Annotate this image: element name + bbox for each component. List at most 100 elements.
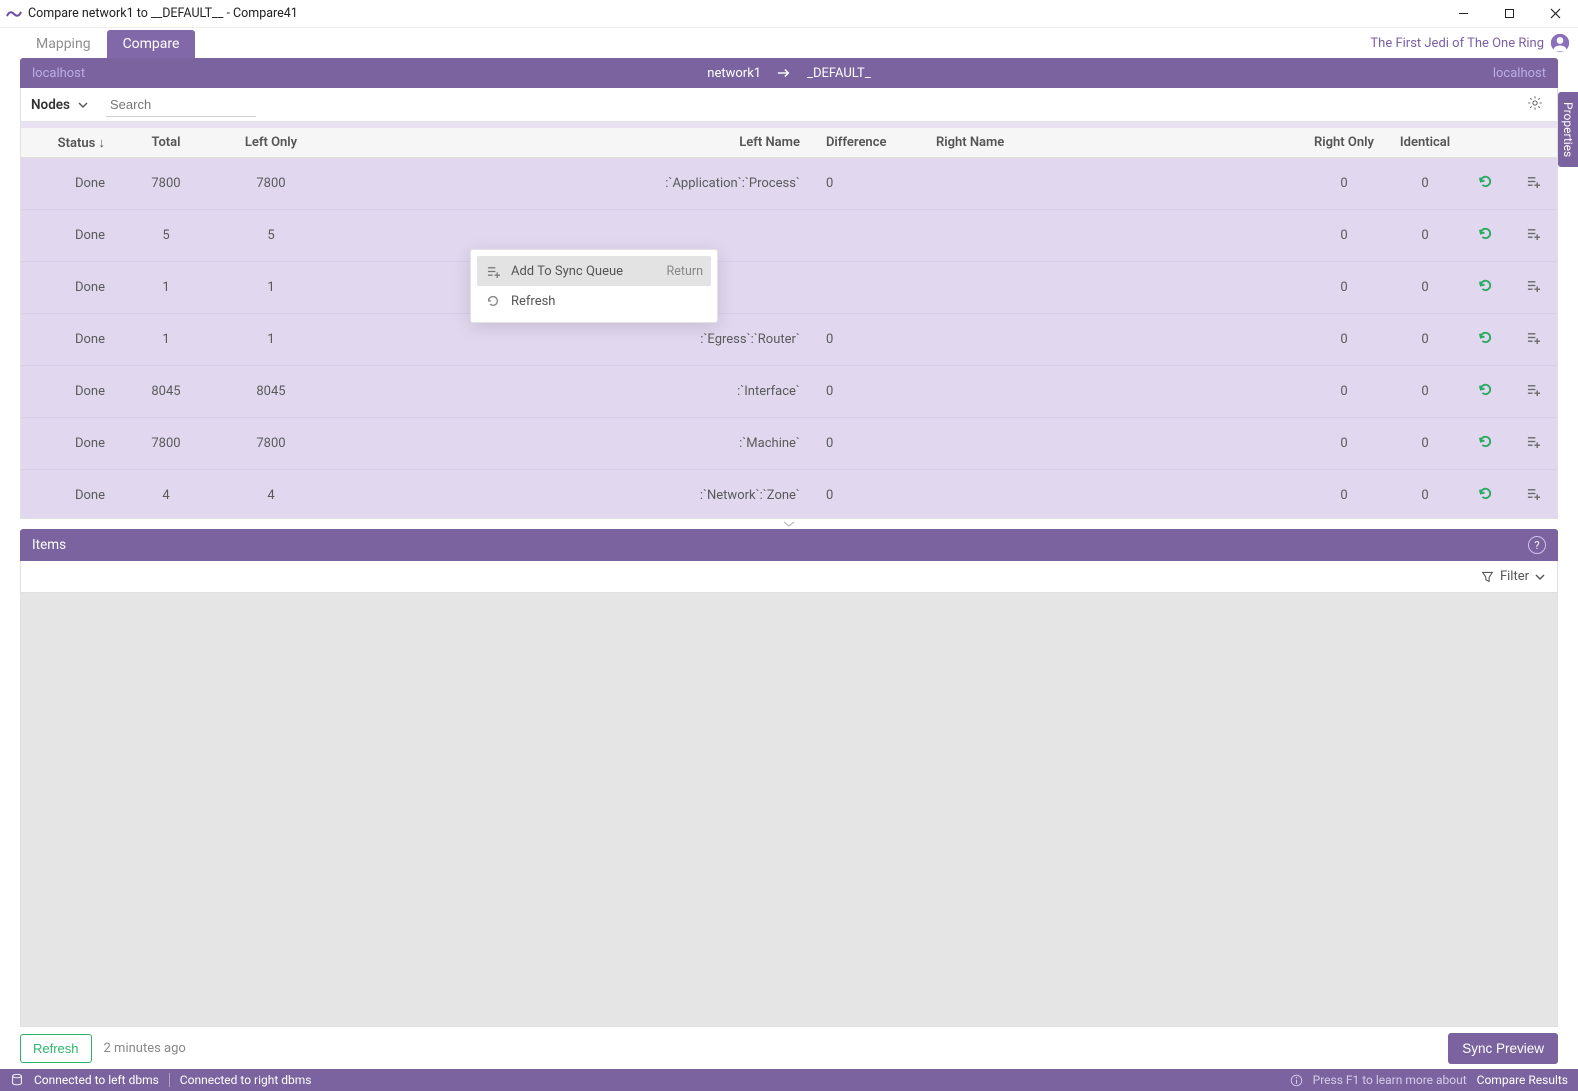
cell-status: Done <box>21 488 121 503</box>
items-filter-bar: Filter <box>20 561 1558 593</box>
right-db: _DEFAULT_ <box>807 66 871 81</box>
cell-left-only: 7800 <box>211 176 331 191</box>
cell-difference: 0 <box>816 488 926 503</box>
row-refresh-button[interactable] <box>1461 278 1509 297</box>
cell-total: 1 <box>121 332 211 347</box>
window-title: Compare network1 to __DEFAULT__ - Compar… <box>28 6 1440 21</box>
last-refresh-time: 2 minutes ago <box>104 1041 186 1056</box>
table-row[interactable]: Done78007800:`Machine`000 <box>21 418 1557 470</box>
col-right-only[interactable]: Right Only <box>1299 135 1389 150</box>
help-button[interactable]: ? <box>1528 536 1546 554</box>
cell-left-only: 1 <box>211 332 331 347</box>
row-refresh-button[interactable] <box>1461 486 1509 505</box>
chevron-down-icon[interactable] <box>1535 572 1545 582</box>
cell-right-only: 0 <box>1299 176 1389 191</box>
table-row[interactable]: Done5500 <box>21 210 1557 262</box>
cell-left-name: :`Network`:`Zone` <box>331 488 816 503</box>
row-refresh-button[interactable] <box>1461 382 1509 401</box>
cell-left-only: 1 <box>211 280 331 295</box>
cell-total: 8045 <box>121 384 211 399</box>
cell-identical: 0 <box>1389 332 1461 347</box>
refresh-icon <box>485 294 501 308</box>
tab-mapping[interactable]: Mapping <box>20 30 107 58</box>
items-title: Items <box>32 537 66 553</box>
table-row[interactable]: Done78007800:`Application`:`Process`000 <box>21 158 1557 210</box>
app-logo-icon <box>6 7 22 21</box>
cell-total: 4 <box>121 488 211 503</box>
status-help: Press F1 to learn more about <box>1313 1073 1467 1087</box>
ctx-add-kbd: Return <box>667 264 703 279</box>
cell-difference: 0 <box>816 332 926 347</box>
cell-right-only: 0 <box>1299 488 1389 503</box>
status-left: Connected to left dbms <box>34 1073 159 1087</box>
col-identical[interactable]: Identical <box>1389 135 1461 150</box>
user-info[interactable]: The First Jedi of The One Ring <box>1370 28 1578 58</box>
row-refresh-button[interactable] <box>1461 174 1509 193</box>
cell-left-only: 7800 <box>211 436 331 451</box>
row-queue-button[interactable] <box>1509 331 1557 348</box>
maximize-button[interactable] <box>1486 0 1532 28</box>
cell-identical: 0 <box>1389 384 1461 399</box>
search-input[interactable] <box>106 93 256 117</box>
ctx-add-sync-queue[interactable]: Add To Sync Queue Return <box>477 256 711 286</box>
source-host: localhost <box>32 66 85 81</box>
chevron-down-icon <box>78 100 88 110</box>
title-bar: Compare network1 to __DEFAULT__ - Compar… <box>0 0 1578 28</box>
row-queue-button[interactable] <box>1509 435 1557 452</box>
left-db: network1 <box>707 66 761 81</box>
refresh-button[interactable]: Refresh <box>20 1034 92 1063</box>
cell-total: 5 <box>121 228 211 243</box>
cell-left-only: 4 <box>211 488 331 503</box>
cell-identical: 0 <box>1389 228 1461 243</box>
cell-right-only: 0 <box>1299 280 1389 295</box>
table-row[interactable]: Done44:`Network`:`Zone`000 <box>21 470 1557 518</box>
col-left-only[interactable]: Left Only <box>211 135 331 150</box>
sort-desc-icon: ↓ <box>99 136 106 151</box>
row-queue-button[interactable] <box>1509 487 1557 504</box>
row-queue-button[interactable] <box>1509 175 1557 192</box>
col-difference[interactable]: Difference <box>816 135 926 150</box>
cell-left-name: :`Machine` <box>331 436 816 451</box>
main-toolbar: Mapping Compare The First Jedi of The On… <box>0 28 1578 58</box>
properties-tab[interactable]: Properties <box>1558 92 1578 167</box>
col-right-name[interactable]: Right Name <box>926 135 1299 150</box>
row-queue-button[interactable] <box>1509 383 1557 400</box>
cell-right-only: 0 <box>1299 384 1389 399</box>
table-row[interactable]: Done80458045:`Interface`000 <box>21 366 1557 418</box>
cell-status: Done <box>21 332 121 347</box>
ctx-refresh[interactable]: Refresh <box>477 286 711 316</box>
row-refresh-button[interactable] <box>1461 226 1509 245</box>
scope-dropdown[interactable]: Nodes <box>31 97 100 113</box>
tab-compare[interactable]: Compare <box>107 30 196 58</box>
cell-identical: 0 <box>1389 176 1461 191</box>
row-refresh-button[interactable] <box>1461 330 1509 349</box>
close-button[interactable] <box>1532 0 1578 28</box>
col-total[interactable]: Total <box>121 135 211 150</box>
minimize-button[interactable] <box>1440 0 1486 28</box>
grid-body[interactable]: Done78007800:`Application`:`Process`000D… <box>21 158 1557 518</box>
cell-left-name: :`Egress`:`Router` <box>331 332 816 347</box>
filter-label[interactable]: Filter <box>1500 569 1529 584</box>
cell-identical: 0 <box>1389 280 1461 295</box>
filter-icon <box>1481 570 1494 583</box>
col-status[interactable]: Status ↓ <box>21 135 121 151</box>
target-host: localhost <box>1493 66 1546 81</box>
cell-right-only: 0 <box>1299 228 1389 243</box>
cell-right-only: 0 <box>1299 436 1389 451</box>
cell-total: 7800 <box>121 436 211 451</box>
cell-total: 7800 <box>121 176 211 191</box>
row-refresh-button[interactable] <box>1461 434 1509 453</box>
table-row[interactable]: Done11:`Egress`:`Router`000 <box>21 314 1557 366</box>
cell-left-name: :`Application`:`Process` <box>331 176 816 191</box>
gear-icon <box>1527 95 1543 111</box>
col-left-name[interactable]: Left Name <box>331 135 816 150</box>
status-topic[interactable]: Compare Results <box>1477 1073 1568 1087</box>
settings-button[interactable] <box>1523 91 1547 119</box>
row-queue-button[interactable] <box>1509 227 1557 244</box>
filter-row: Nodes <box>20 88 1558 122</box>
resize-handle[interactable] <box>20 519 1558 529</box>
table-row[interactable]: Done1100 <box>21 262 1557 314</box>
cell-status: Done <box>21 280 121 295</box>
sync-preview-button[interactable]: Sync Preview <box>1448 1033 1558 1064</box>
row-queue-button[interactable] <box>1509 279 1557 296</box>
